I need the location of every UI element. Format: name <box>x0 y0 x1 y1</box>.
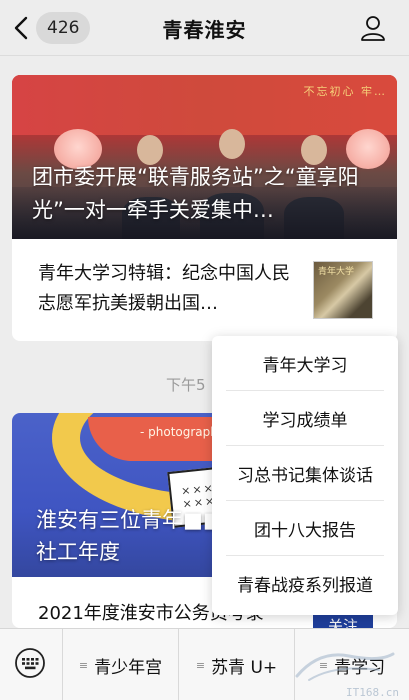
watermark-logo: IT168.cn <box>289 646 399 699</box>
article-title[interactable]: 团市委开展“联青服务站”之“童享阳光”一对一牵手关爱集中… <box>32 161 379 227</box>
thumbnail-text: 关注 <box>327 617 358 628</box>
menu-item[interactable]: 团十八大报告 <box>226 501 384 556</box>
keyboard-icon[interactable] <box>14 647 46 679</box>
article-subtitle[interactable]: 青年大学习特辑：纪念中国人民志愿军抗美援朝出国… <box>38 259 300 319</box>
article-thumbnail[interactable]: 青年大学 <box>313 261 373 319</box>
article-card[interactable]: 不忘初心 牢… 团市委开展“联青服务站”之“童享阳光”一对一牵手关爱集中… 青年… <box>12 75 397 341</box>
menu-item[interactable]: 学习成绩单 <box>226 391 384 446</box>
message-timestamp: 下午5 <box>166 376 206 394</box>
page-title: 青春淮安 <box>162 18 247 42</box>
menu-item[interactable]: 青春战疫系列报道 <box>226 556 384 611</box>
bottom-menu-label: 青少年宫 <box>94 657 163 678</box>
bottom-menu-label: 苏青 U+ <box>211 657 278 678</box>
bottom-menu-item[interactable]: ≡ 苏青 U+ <box>179 629 294 700</box>
banner-text: 不忘初心 牢… <box>303 85 387 98</box>
list-item[interactable]: 青年大学习特辑：纪念中国人民志愿军抗美援朝出国… 青年大学 <box>12 239 397 341</box>
menu-item[interactable]: 习总书记集体谈话 <box>226 446 384 501</box>
meeting-banner: 不忘初心 牢… <box>12 75 397 135</box>
bottom-menu-item[interactable]: ≡ 青少年宫 <box>63 629 178 700</box>
menu-lines-icon: ≡ <box>78 658 89 672</box>
profile-icon[interactable] <box>359 14 387 42</box>
article-hero-image[interactable]: 不忘初心 牢… 团市委开展“联青服务站”之“童享阳光”一对一牵手关爱集中… <box>12 75 397 239</box>
person-head <box>219 129 245 159</box>
top-nav-bar: 426 青春淮安 <box>0 0 409 56</box>
submenu-popup: 青年大学习 学习成绩单 习总书记集体谈话 团十八大报告 青春战疫系列报道 <box>212 336 398 615</box>
menu-item[interactable]: 青年大学习 <box>226 336 384 391</box>
watermark-text: IT168.cn <box>346 686 399 699</box>
watermark-icon <box>295 652 395 681</box>
thumbnail-text: 青年大学 <box>318 267 355 277</box>
menu-lines-icon: ≡ <box>195 658 206 672</box>
